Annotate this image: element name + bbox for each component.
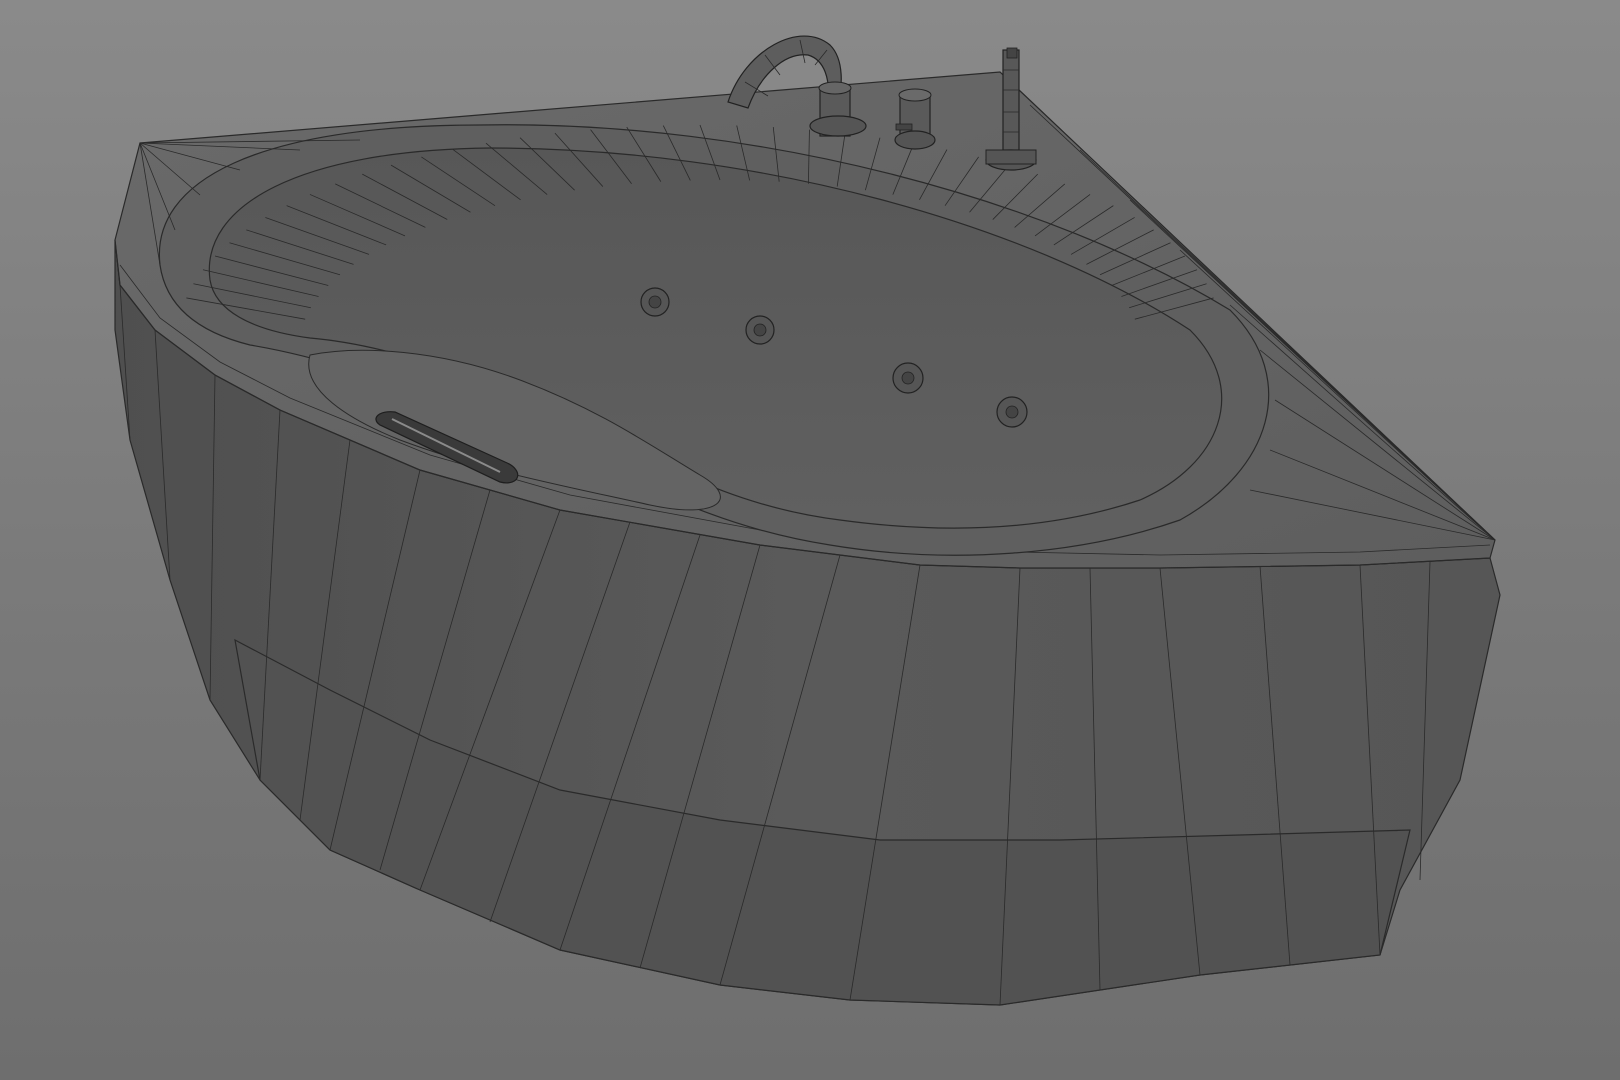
mixer-knob[interactable] — [894, 88, 936, 150]
jet-4[interactable] — [996, 396, 1028, 428]
jet-3[interactable] — [892, 362, 924, 394]
3d-viewport[interactable] — [0, 0, 1620, 1080]
bathtub-model[interactable] — [0, 0, 1620, 1080]
jet-1[interactable] — [640, 287, 670, 317]
jet-2[interactable] — [745, 315, 775, 345]
